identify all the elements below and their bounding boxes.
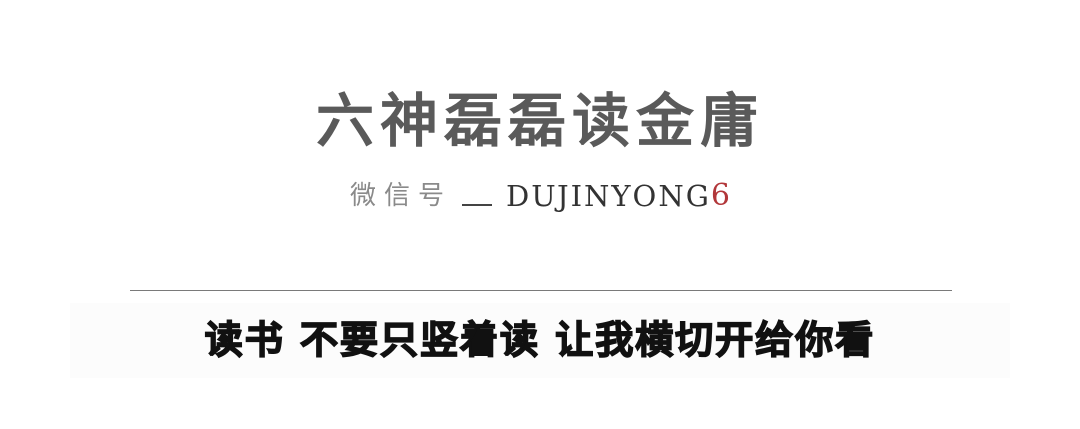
page-title: 六神磊磊读金庸 <box>315 87 764 155</box>
wechat-id-suffix: 6 <box>710 178 730 213</box>
wechat-id: DUJINYONG <box>506 179 711 213</box>
slogan-text: 读书 不要只竖着读 让我横切开给你看 <box>204 317 876 363</box>
header-banner: 六神磊磊读金庸 微信号 DUJINYONG 6 读书 不要只竖着读 让我横切开给… <box>0 0 1080 429</box>
wechat-account-line: 微信号 DUJINYONG 6 <box>0 170 1080 214</box>
wechat-label: 微信号 <box>350 181 453 211</box>
underscore-divider <box>462 204 493 206</box>
horizontal-divider <box>130 290 952 291</box>
